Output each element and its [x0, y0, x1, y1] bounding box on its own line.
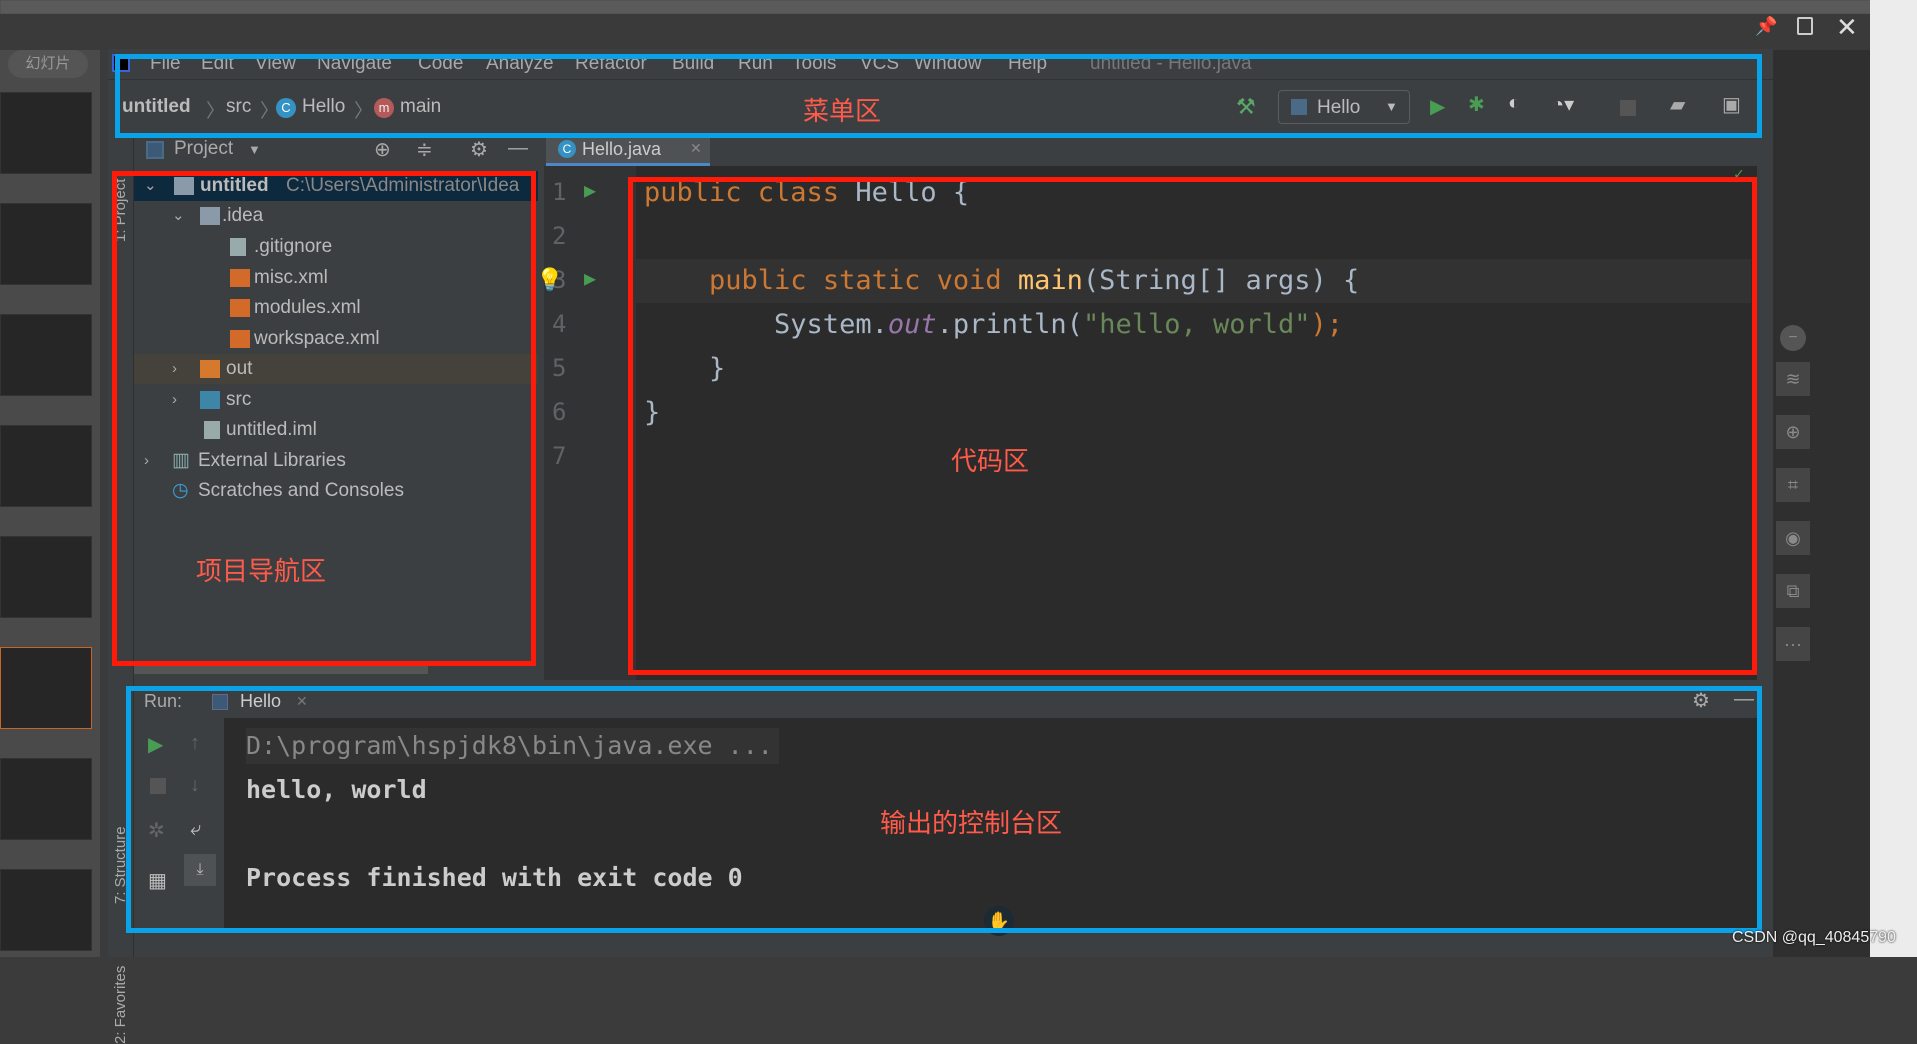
code-area-annotation-box: [628, 177, 1757, 675]
image-viewer-titlebar: 📌 ✕: [0, 12, 1870, 50]
project-icon: [146, 141, 164, 159]
project-view-selector[interactable]: Project: [174, 138, 233, 160]
console-area-label: 输出的控制台区: [880, 809, 1063, 839]
project-area-annotation-box: [112, 171, 536, 666]
slide-thumbnail[interactable]: [0, 92, 92, 174]
class-icon: C: [558, 140, 576, 158]
hide-icon[interactable]: —: [508, 137, 528, 160]
slide-thumbnail[interactable]: [0, 425, 92, 507]
slide-thumbnail[interactable]: [0, 869, 92, 951]
collapse-all-icon[interactable]: ≑: [416, 137, 433, 162]
crop-icon[interactable]: ⌗: [1776, 468, 1810, 502]
right-margin: [1870, 0, 1917, 957]
line-number: 5: [552, 354, 567, 382]
slides-button[interactable]: 幻灯片: [8, 50, 88, 78]
editor-gutter: 1 2 3 4 5 6 7 ▶ ▶: [544, 166, 636, 680]
menu-area-label: 菜单区: [803, 97, 882, 127]
maximize-icon[interactable]: [1797, 17, 1813, 35]
watermark: CSDN @qq_40845790: [1732, 929, 1896, 946]
slide-thumbnail[interactable]: [0, 758, 92, 840]
tab-label: Hello.java: [582, 139, 662, 159]
horizontal-scrollbar[interactable]: [134, 666, 428, 674]
tab-hello-java[interactable]: C Hello.java ✕: [546, 134, 710, 166]
close-icon[interactable]: ✕: [1836, 12, 1858, 43]
bulb-icon[interactable]: ◉: [1776, 521, 1810, 555]
gear-icon[interactable]: ⚙: [470, 137, 488, 162]
run-gutter-icon[interactable]: ▶: [584, 266, 596, 290]
line-number: 6: [552, 398, 567, 426]
project-panel-header: Project ▼ ⊕ ≑ ⚙ —: [134, 134, 544, 166]
slide-thumbnails: 幻灯片: [0, 50, 100, 957]
close-tab-icon[interactable]: ✕: [690, 140, 702, 157]
menu-area-annotation-box: [115, 54, 1762, 138]
chevron-down-icon[interactable]: ▼: [248, 142, 261, 157]
slide-thumbnail[interactable]: [0, 314, 92, 396]
convert-icon[interactable]: ⧉: [1776, 574, 1810, 608]
code-area-label: 代码区: [951, 447, 1030, 477]
line-number: 4: [552, 310, 567, 338]
bulb-icon[interactable]: 💡: [536, 268, 563, 293]
pin-icon[interactable]: 📌: [1755, 16, 1777, 37]
line-number: 1: [552, 178, 567, 206]
line-number: 2: [552, 222, 567, 250]
locate-icon[interactable]: ⊕: [374, 137, 391, 162]
slide-thumbnail-selected[interactable]: [0, 647, 92, 729]
slide-thumbnail[interactable]: [0, 536, 92, 618]
editor-tabs: C Hello.java ✕: [544, 134, 1773, 166]
blurred-ribbon: [0, 0, 1917, 14]
slide-thumbnail[interactable]: [0, 203, 92, 285]
zoom-out-icon[interactable]: −: [1780, 325, 1806, 351]
viewer-side-panel: [1773, 50, 1870, 957]
project-area-label: 项目导航区: [196, 557, 327, 587]
zoom-in-icon[interactable]: ⊕: [1776, 415, 1810, 449]
more-icon[interactable]: ···: [1776, 627, 1810, 661]
line-number: 7: [552, 442, 567, 470]
favorites-side-tab[interactable]: 2: Favorites: [112, 966, 129, 1044]
layers-icon[interactable]: ≋: [1776, 362, 1810, 396]
run-gutter-icon[interactable]: ▶: [584, 178, 596, 202]
